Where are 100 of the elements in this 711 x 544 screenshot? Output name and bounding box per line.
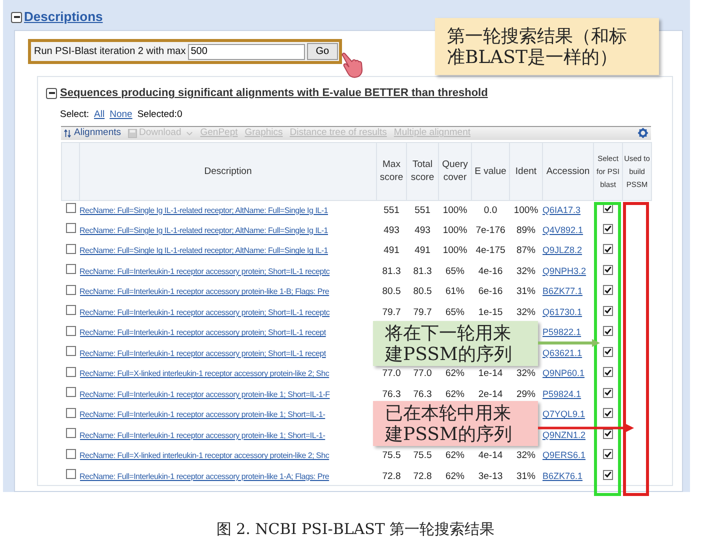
psi-checkbox[interactable]: [603, 388, 613, 398]
psi-checkbox[interactable]: [603, 428, 613, 439]
collapse-icon[interactable]: [46, 88, 57, 99]
row-checkbox[interactable]: [66, 203, 76, 214]
column-header: Accession: [542, 142, 594, 200]
table-cell: 62%: [445, 368, 464, 380]
row-checkbox[interactable]: [66, 408, 76, 418]
psi-checkbox[interactable]: [603, 224, 613, 234]
column-header: E value: [472, 142, 510, 200]
table-cell: 32%: [516, 266, 536, 277]
select-link[interactable]: All: [94, 108, 105, 122]
psi-checkbox[interactable]: [603, 408, 613, 418]
table-cell: 100%: [442, 224, 468, 236]
collapse-icon[interactable]: [11, 12, 22, 22]
accession-link[interactable]: P59822.1: [542, 327, 582, 338]
go-button[interactable]: Go: [306, 43, 338, 60]
table-cell: 65%: [445, 306, 464, 318]
column-header: Total score: [406, 142, 438, 200]
callout-note: 已在本轮中用来建PSSM的序列: [373, 401, 538, 446]
select-link[interactable]: None: [110, 108, 132, 122]
floppy-icon: [128, 128, 137, 138]
table-cell: 29%: [516, 388, 536, 400]
accession-link[interactable]: Q9NPH3.2: [542, 266, 586, 276]
section-title[interactable]: Descriptions: [24, 7, 103, 27]
description-link[interactable]: RecName: Full=Single Ig IL-1-related receptor; AltName: Full=Single Ig IL-1: [80, 246, 328, 256]
accession-link[interactable]: Q63621.1: [542, 348, 582, 358]
table-cell: 79.7: [413, 306, 432, 318]
table-cell: 3e-13: [478, 470, 503, 482]
accession-link[interactable]: Q7YQL9.1: [542, 409, 586, 420]
psi-checkbox[interactable]: [603, 449, 613, 460]
row-checkbox[interactable]: [66, 448, 76, 459]
accession-link[interactable]: B6ZK76.1: [542, 470, 583, 481]
table-cell: 32%: [516, 368, 536, 380]
row-checkbox[interactable]: [66, 387, 76, 398]
accession-link[interactable]: P59824.1: [542, 388, 582, 399]
description-link[interactable]: RecName: Full=Interleukin-1 receptor accessory protein-like 1-B; Flags: Pre: [80, 287, 330, 296]
accession-link[interactable]: B6ZK77.1: [542, 286, 583, 296]
accession-link[interactable]: Q9JLZ8.2: [542, 245, 582, 256]
settings-icon[interactable]: [638, 128, 648, 138]
table-cell: 100%: [442, 245, 468, 256]
psi-checkbox[interactable]: [603, 367, 613, 378]
description-link[interactable]: RecName: Full=Interleukin-1 receptor accessory protein-like 1; Short=IL-1-F: [80, 390, 330, 399]
accession-link[interactable]: Q9NZN1.2: [542, 430, 586, 440]
row-checkbox[interactable]: [66, 305, 76, 316]
table-cell: 62%: [445, 450, 464, 462]
table-cell: 62%: [445, 470, 464, 482]
table-cell: 80.5: [382, 286, 401, 298]
table-cell: 4e-175: [476, 245, 506, 256]
table-cell: 6e-16: [478, 286, 503, 298]
row-checkbox[interactable]: [66, 326, 76, 336]
table-cell: 77.0: [413, 368, 432, 380]
max-input-field[interactable]: 500: [188, 44, 305, 60]
row-checkbox[interactable]: [66, 366, 76, 377]
table-cell: 31%: [516, 470, 536, 482]
callout-note: 将在下一轮用来建PSSM的序列: [373, 321, 538, 366]
description-link[interactable]: RecName: Full=Single Ig IL-1-related receptor; AltName: Full=Single Ig IL-1: [80, 226, 328, 235]
row-checkbox[interactable]: [66, 223, 76, 234]
table-cell: 32%: [516, 306, 536, 318]
alignments-tab[interactable]: Alignments: [74, 126, 121, 140]
description-link[interactable]: RecName: Full=Interleukin-1 receptor accessory protein-like 1-A; Flags: Pre: [80, 472, 330, 481]
description-link[interactable]: RecName: Full=Interleukin-1 receptor accessory protein; Short=IL-1 recept: [80, 328, 326, 338]
row-checkbox[interactable]: [66, 284, 76, 295]
accession-link[interactable]: Q4V892.1: [542, 224, 584, 235]
row-checkbox[interactable]: [66, 244, 76, 254]
table-cell: 75.5: [413, 450, 432, 462]
caret-icon: [186, 130, 194, 136]
psi-checkbox[interactable]: [603, 264, 613, 275]
row-checkbox[interactable]: [66, 428, 76, 438]
psi-checkbox[interactable]: [603, 326, 613, 336]
description-link[interactable]: RecName: Full=Interleukin-1 receptor accessory protein; Short=IL-1 recept: [80, 348, 326, 358]
accession-link[interactable]: Q6IA17.3: [542, 204, 581, 215]
description-link[interactable]: RecName: Full=Interleukin-1 receptor accessory protein-like 1; Short=IL-1-: [80, 410, 326, 420]
description-link[interactable]: RecName: Full=Interleukin-1 receptor accessory protein; Short=IL-1 receptc: [80, 266, 330, 276]
psi-checkbox[interactable]: [603, 470, 613, 480]
description-link[interactable]: RecName: Full=Single Ig IL-1-related receptor; AltName: Full=Single Ig IL-1: [80, 206, 328, 215]
table-cell: 4e-16: [478, 266, 503, 277]
description-link[interactable]: RecName: Full=X-linked interleukin-1 receptor accessory protein-like 2; Shc: [80, 369, 330, 378]
description-link[interactable]: RecName: Full=Interleukin-1 receptor accessory protein; Short=IL-1 receptc: [80, 308, 330, 317]
accession-link[interactable]: Q9NP60.1: [542, 368, 585, 378]
row-checkbox[interactable]: [66, 264, 76, 274]
table-cell: 493: [384, 224, 400, 236]
description-link[interactable]: RecName: Full=Interleukin-1 receptor accessory protein-like 1; Short=IL-1-: [80, 430, 326, 440]
psi-checkbox[interactable]: [603, 244, 613, 254]
accession-link[interactable]: Q9ERS6.1: [542, 450, 586, 460]
psi-checkbox[interactable]: [603, 306, 613, 316]
table-cell: 491: [414, 245, 430, 256]
column-header: Query cover: [438, 142, 472, 200]
table-cell: 72.8: [382, 470, 401, 482]
column-header: Ident: [510, 142, 542, 200]
description-link[interactable]: RecName: Full=X-linked interleukin-1 receptor accessory protein-like 2; Shc: [80, 451, 330, 460]
row-checkbox[interactable]: [66, 346, 76, 356]
arrow: [538, 339, 600, 347]
psi-checkbox[interactable]: [603, 346, 613, 357]
results-title[interactable]: Sequences producing significant alignments with E-value BETTER than threshold: [60, 85, 488, 102]
psi-checkbox[interactable]: [603, 285, 613, 296]
table-cell: 81.3: [382, 266, 401, 277]
table-cell: 100%: [442, 204, 468, 216]
table-cell: 81.3: [413, 266, 432, 277]
accession-link[interactable]: Q61730.1: [542, 306, 582, 317]
row-checkbox[interactable]: [66, 469, 76, 480]
